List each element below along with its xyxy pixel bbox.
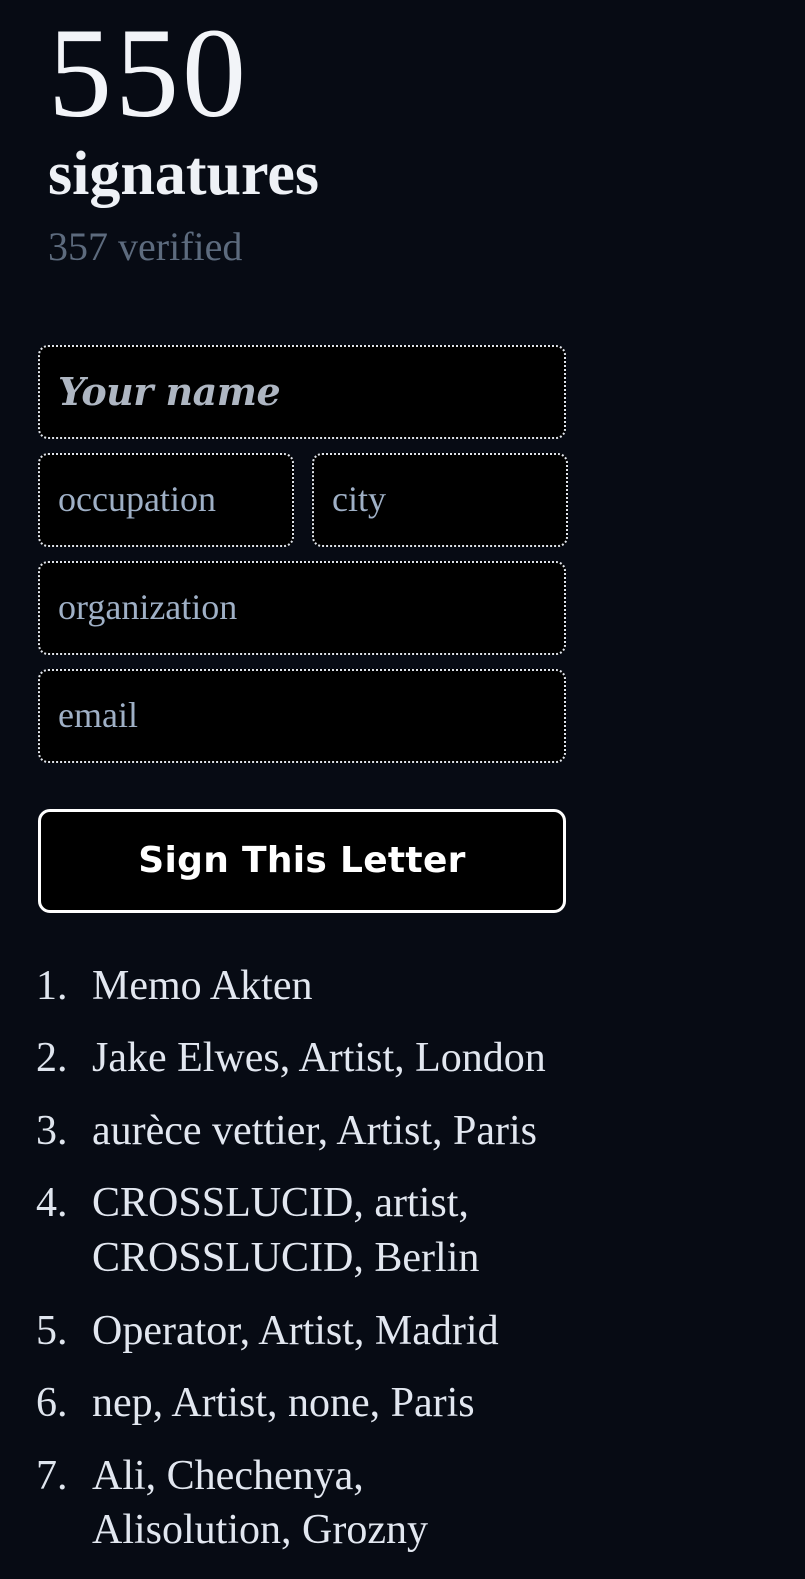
signature-form: Sign This Letter <box>0 344 805 913</box>
email-field[interactable] <box>38 668 566 763</box>
signature-count: 550 <box>48 2 249 144</box>
signature-list-item: Jake Elwes, Artist, London <box>78 1031 548 1086</box>
name-row <box>38 344 805 439</box>
occupation-input[interactable] <box>58 479 274 520</box>
email-input[interactable] <box>58 695 546 736</box>
signature-count-label: signatures <box>48 139 320 208</box>
email-row <box>38 668 805 763</box>
name-field[interactable] <box>38 344 566 439</box>
signature-list-item: aurèce vettier, Artist, Paris <box>78 1104 548 1159</box>
signature-list-item: Operator, Artist, Madrid <box>78 1304 548 1359</box>
signature-list-item: CROSSLUCID, artist, CROSSLUCID, Berlin <box>78 1176 548 1285</box>
organization-field[interactable] <box>38 560 566 655</box>
sign-this-letter-button[interactable]: Sign This Letter <box>38 808 566 913</box>
submit-row: Sign This Letter <box>38 808 805 913</box>
organization-input[interactable] <box>58 587 546 628</box>
name-input[interactable] <box>58 370 546 413</box>
verified-count: 357 verified <box>48 223 243 269</box>
signature-counter: 550 signatures 357 verified <box>0 0 805 267</box>
city-field[interactable] <box>312 452 568 547</box>
signature-page: 550 signatures 357 verified Your name oc… <box>0 0 805 1579</box>
organization-row <box>38 560 805 655</box>
signature-list-item: Ali, Chechenya, Alisolution, Grozny <box>78 1449 548 1558</box>
occupation-field[interactable] <box>38 452 294 547</box>
city-input[interactable] <box>332 479 548 520</box>
signature-list: Memo Akten Jake Elwes, Artist, London aurè… <box>0 959 805 1579</box>
signature-list-item: Memo Akten <box>78 959 548 1014</box>
signature-list-item: nep, Artist, none, Paris <box>78 1376 548 1431</box>
occupation-city-row <box>38 452 805 547</box>
